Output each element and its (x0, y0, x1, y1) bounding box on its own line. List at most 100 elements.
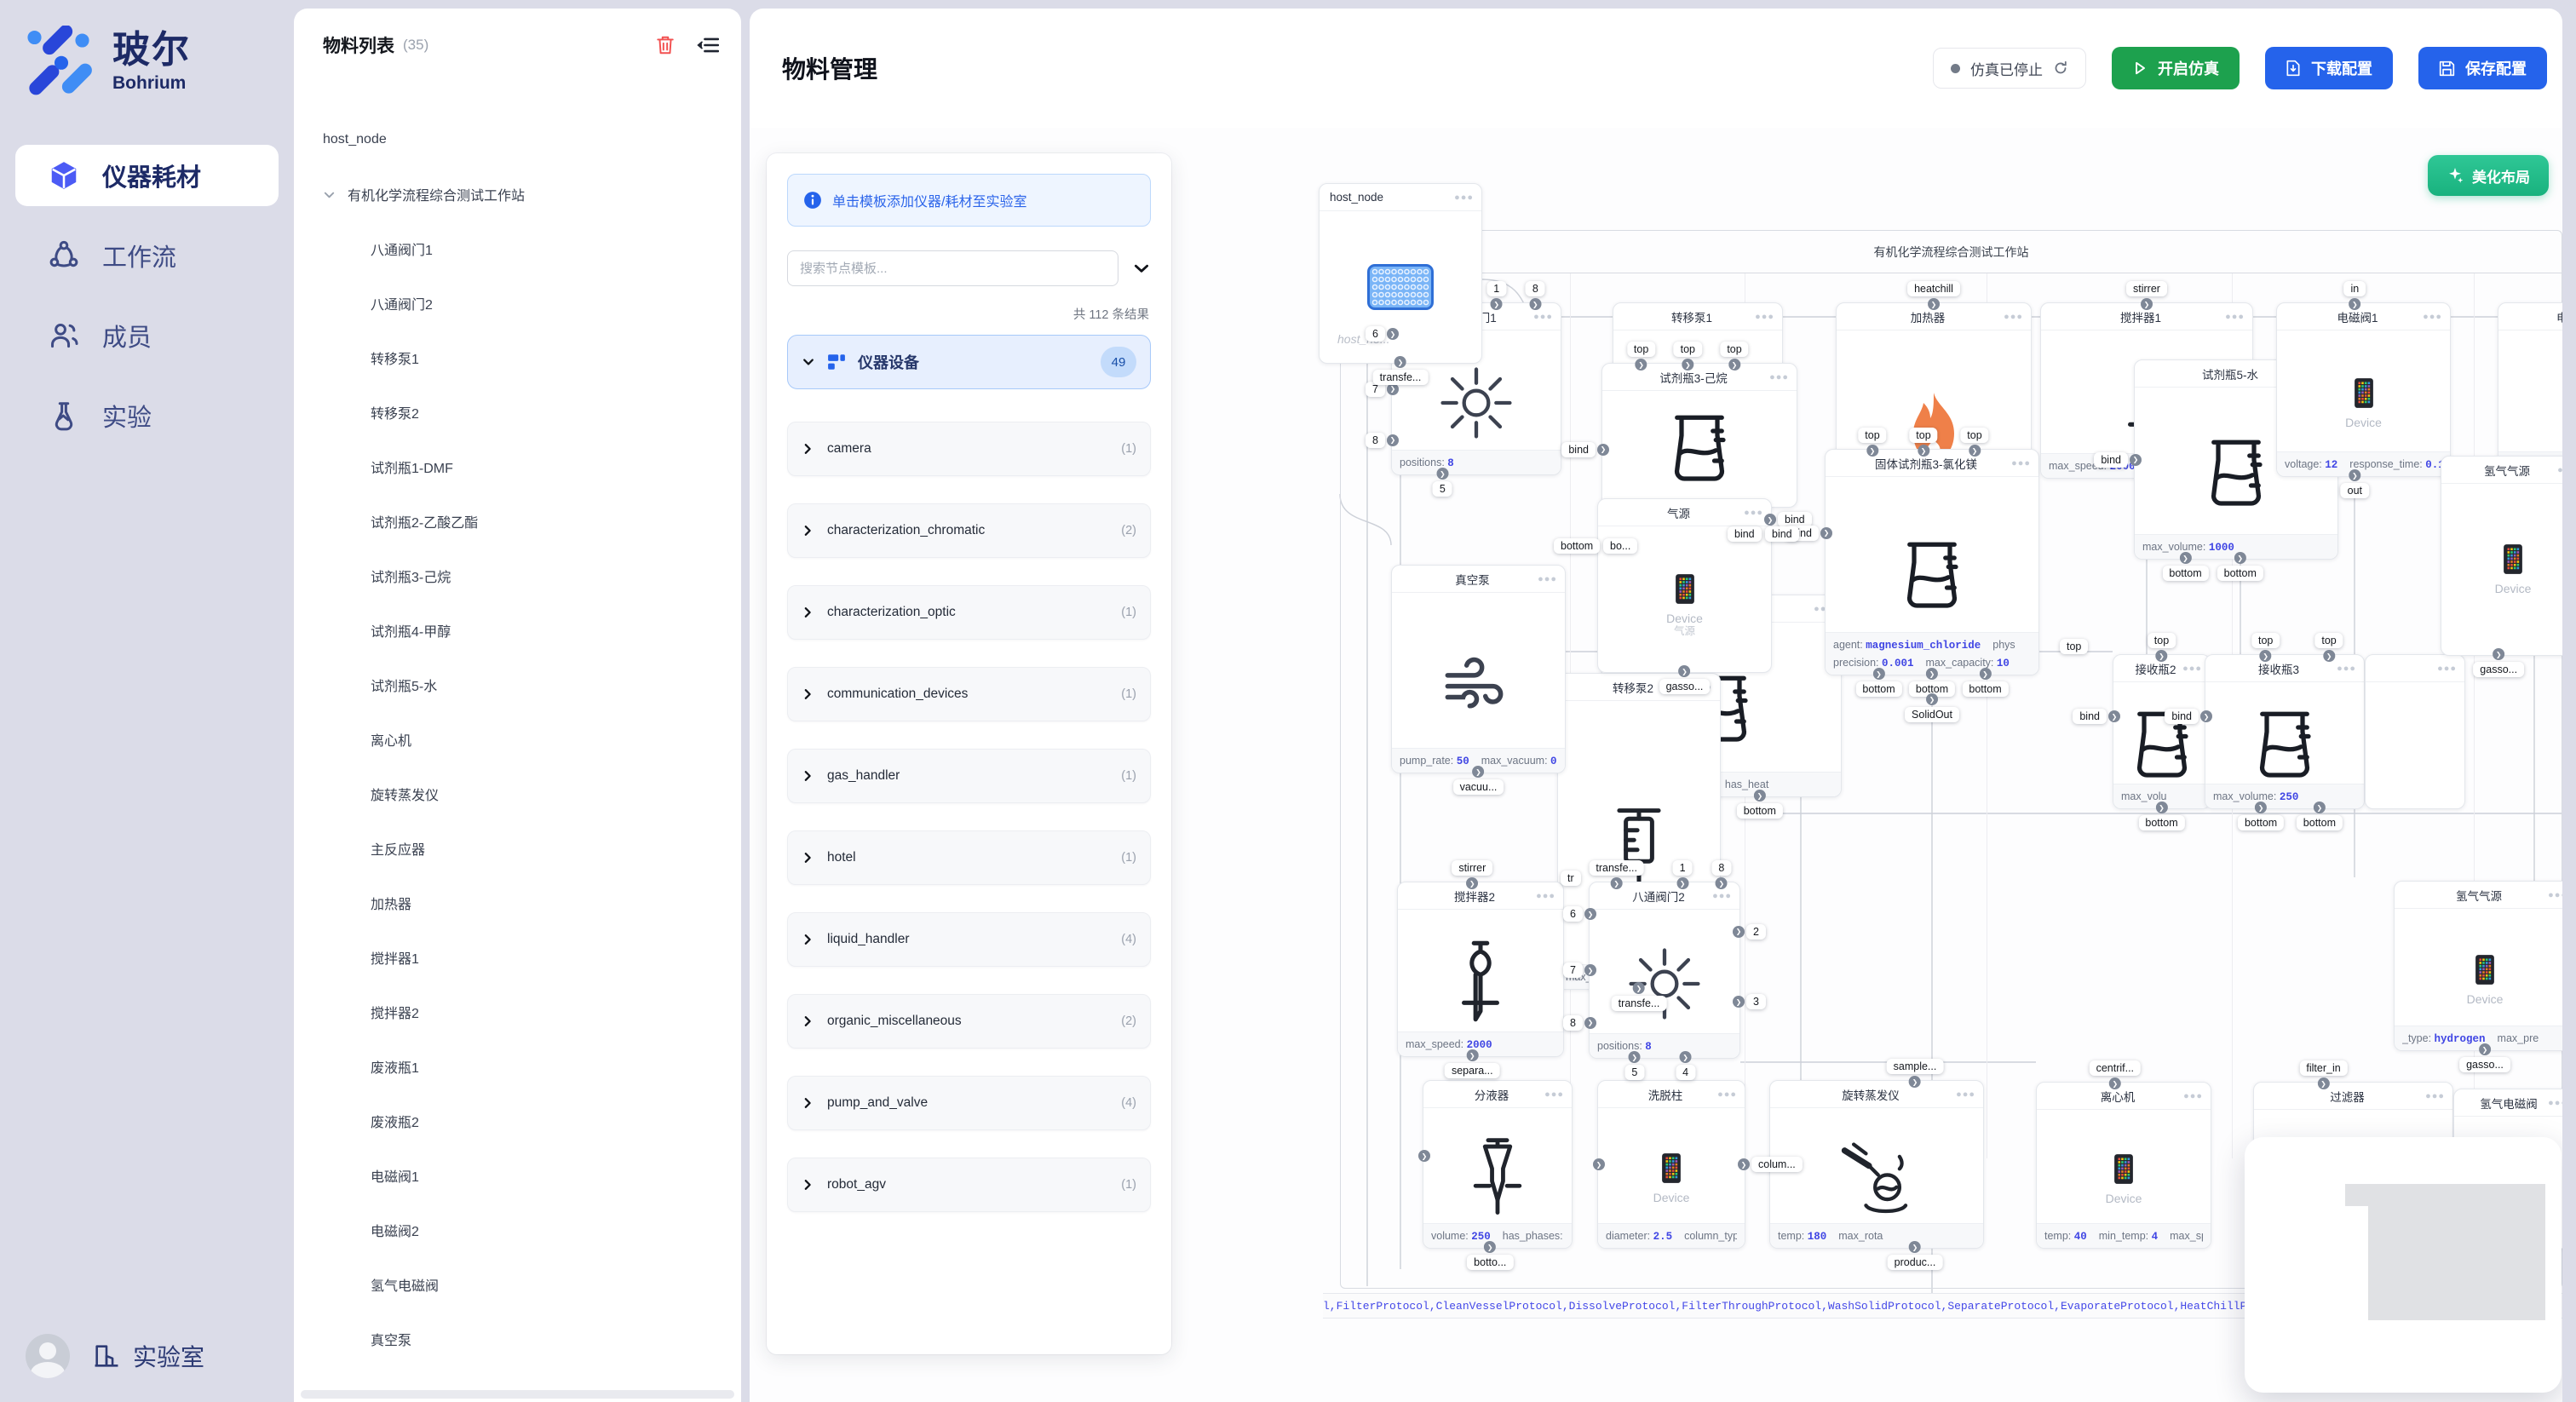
node-menu-icon[interactable]: ●●● (1533, 312, 1553, 322)
port-top[interactable]: top❯ (1720, 342, 1748, 371)
node-menu-icon[interactable]: ●●● (1538, 574, 1557, 584)
port-dot[interactable]: ❯ (1928, 298, 1940, 310)
port-dot[interactable]: ❯ (1680, 1051, 1692, 1063)
port-dot[interactable]: ❯ (2323, 650, 2335, 662)
port-dot[interactable]: ❯ (1909, 1076, 1921, 1088)
port-dot[interactable]: ❯ (1738, 1158, 1750, 1170)
node-menu-icon[interactable]: ●●● (1712, 891, 1732, 901)
port-bottom[interactable]: ❯bottom (2138, 802, 2184, 830)
port-dot[interactable]: ❯ (2255, 802, 2267, 813)
tree-item[interactable]: 主反应器 (323, 821, 733, 876)
beautify-layout-button[interactable]: 美化布局 (2428, 155, 2549, 196)
port-bottom[interactable]: ❯bottom (2162, 552, 2208, 581)
port-dot[interactable]: ❯ (2156, 802, 2168, 813)
category-group-instruments[interactable]: 仪器设备 49 (787, 335, 1151, 389)
node-menu-icon[interactable]: ●●● (2425, 1091, 2445, 1101)
port-dot[interactable]: ❯ (1436, 468, 1448, 480)
port-dot[interactable]: ❯ (1584, 908, 1596, 920)
port-dot[interactable]: ❯ (1611, 877, 1623, 889)
node-menu-icon[interactable]: ●●● (1769, 372, 1789, 382)
port-dot[interactable]: ❯ (1584, 964, 1596, 976)
tree-item[interactable]: 搅拌器1 (323, 930, 733, 985)
port-dot[interactable]: ❯ (2108, 710, 2120, 722)
port-dot[interactable]: ❯ (1484, 1241, 1496, 1253)
port-dot[interactable]: ❯ (2493, 648, 2504, 660)
port-top[interactable]: top❯ (1909, 428, 1937, 457)
port-sample...[interactable]: sample...❯ (1887, 1059, 1944, 1088)
port-dot[interactable]: ❯ (1980, 668, 1992, 680)
node-menu-icon[interactable]: ●●● (2437, 664, 2457, 674)
node-menu-icon[interactable]: ●●● (1744, 508, 1763, 518)
port-dot[interactable]: ❯ (2130, 454, 2142, 466)
port-dot[interactable]: ❯ (2260, 650, 2272, 662)
port-dot[interactable]: ❯ (1593, 1158, 1605, 1170)
port-bind[interactable]: bind❯ (2165, 709, 2212, 724)
tree-item[interactable]: 离心机 (323, 712, 733, 767)
port-chip[interactable]: bottom (1554, 538, 1600, 554)
port-7[interactable]: 7❯ (1563, 962, 1596, 978)
canvas-node[interactable]: 搅拌器2 ●●●max_speed: 2000stirrer❯❯separa..… (1397, 882, 1564, 1057)
node-menu-icon[interactable]: ●●● (2225, 312, 2245, 322)
port-dot[interactable]: ❯ (2109, 1077, 2121, 1089)
logo[interactable]: 玻尔 Bohrium (0, 0, 294, 97)
port-stirrer[interactable]: stirrer❯ (1452, 860, 1492, 889)
refresh-icon[interactable] (2053, 60, 2068, 76)
port-dot[interactable]: ❯ (1926, 668, 1938, 680)
port-bottom[interactable]: ❯bottom (2238, 802, 2284, 830)
port-gasso...[interactable]: ❯gasso... (1659, 665, 1711, 694)
canvas-node[interactable]: 洗脱柱 ●●●Devicediameter: 2.5column_type: s… (1597, 1080, 1745, 1249)
port-top[interactable]: top❯ (1960, 428, 1988, 457)
port-transfe...[interactable]: ❯transfe... (1373, 356, 1429, 385)
tree-item[interactable]: 试剂瓶1-DMF (323, 440, 733, 494)
port-dot[interactable]: ❯ (1529, 298, 1541, 310)
sidebar-item-members[interactable]: 成员 (15, 305, 279, 366)
node-menu-icon[interactable]: ●●● (1717, 1089, 1737, 1100)
port-dot[interactable]: ❯ (1764, 514, 1776, 526)
category-item-characterization_chromatic[interactable]: characterization_chromatic (2) (787, 503, 1151, 558)
port-dot[interactable]: ❯ (1866, 445, 1878, 457)
node-menu-icon[interactable]: ●●● (1536, 891, 1555, 901)
category-item-pump_and_valve[interactable]: pump_and_valve (4) (787, 1076, 1151, 1130)
category-item-gas_handler[interactable]: gas_handler (1) (787, 749, 1151, 803)
port-top[interactable]: top❯ (1858, 428, 1886, 457)
port-dot[interactable]: ❯ (2349, 298, 2360, 310)
node-menu-icon[interactable]: ●●● (1755, 312, 1774, 322)
port-dot[interactable]: ❯ (2349, 469, 2360, 481)
port-dot[interactable]: ❯ (1597, 444, 1609, 456)
node-menu-icon[interactable]: ●●● (1544, 1089, 1564, 1100)
port-bottom[interactable]: ❯bottom (1855, 668, 1901, 697)
port-chip[interactable]: bind (1728, 526, 1762, 542)
port-8[interactable]: 8❯ (1563, 1015, 1596, 1031)
canvas-node[interactable]: 接收瓶3 ●●●max_volume: 250top❯top❯bind❯❯bot… (2205, 654, 2365, 809)
download-config-button[interactable]: 下载配置 (2265, 47, 2393, 89)
node-menu-icon[interactable]: ●●● (2548, 890, 2562, 900)
port-chip[interactable]: top (2060, 639, 2088, 654)
port-transfe...[interactable]: ❯transfe... (1612, 982, 1667, 1011)
port-gasso...[interactable]: ❯gasso... (2473, 648, 2524, 677)
tree-item[interactable]: 八通阀门2 (323, 276, 733, 330)
port-dot[interactable]: ❯ (1593, 1158, 1605, 1170)
canvas-node[interactable]: 电磁阀1 ●●●Devicevoltage: 12response_time: … (2276, 302, 2451, 477)
search-input[interactable] (787, 250, 1118, 286)
port-heatchill[interactable]: heatchill❯ (1907, 281, 1960, 310)
node-menu-icon[interactable]: ●●● (2557, 465, 2562, 475)
canvas-node[interactable]: 接收瓶2 ●●●max_volu top❯bind❯❯bottom (2113, 654, 2211, 809)
port-dot[interactable]: ❯ (2200, 710, 2212, 722)
collapse-list-icon[interactable] (697, 35, 719, 55)
port-dot[interactable]: ❯ (2318, 1077, 2330, 1089)
tree-item[interactable]: 氢气电磁阀 (323, 1257, 733, 1312)
port-dot[interactable]: ❯ (1394, 356, 1406, 368)
port-dot[interactable]: ❯ (1633, 982, 1645, 994)
chevron-down-icon[interactable] (323, 188, 336, 201)
port-stirrer[interactable]: stirrer❯ (2126, 281, 2167, 310)
port-bottom[interactable]: ❯bottom (1737, 790, 1783, 819)
category-item-robot_agv[interactable]: robot_agv (1) (787, 1158, 1151, 1212)
tree-item[interactable]: 真空泵 (323, 1312, 733, 1366)
port-top[interactable]: top❯ (1627, 342, 1655, 371)
port-bind[interactable]: bind❯ (1561, 442, 1609, 457)
port-chip[interactable]: tr (1561, 871, 1581, 886)
port-dot[interactable]: ❯ (1676, 877, 1688, 889)
port-dot[interactable]: ❯ (1418, 1150, 1430, 1162)
tree-item[interactable]: 电磁阀1 (323, 1148, 733, 1203)
node-menu-icon[interactable]: ●●● (2423, 312, 2442, 322)
